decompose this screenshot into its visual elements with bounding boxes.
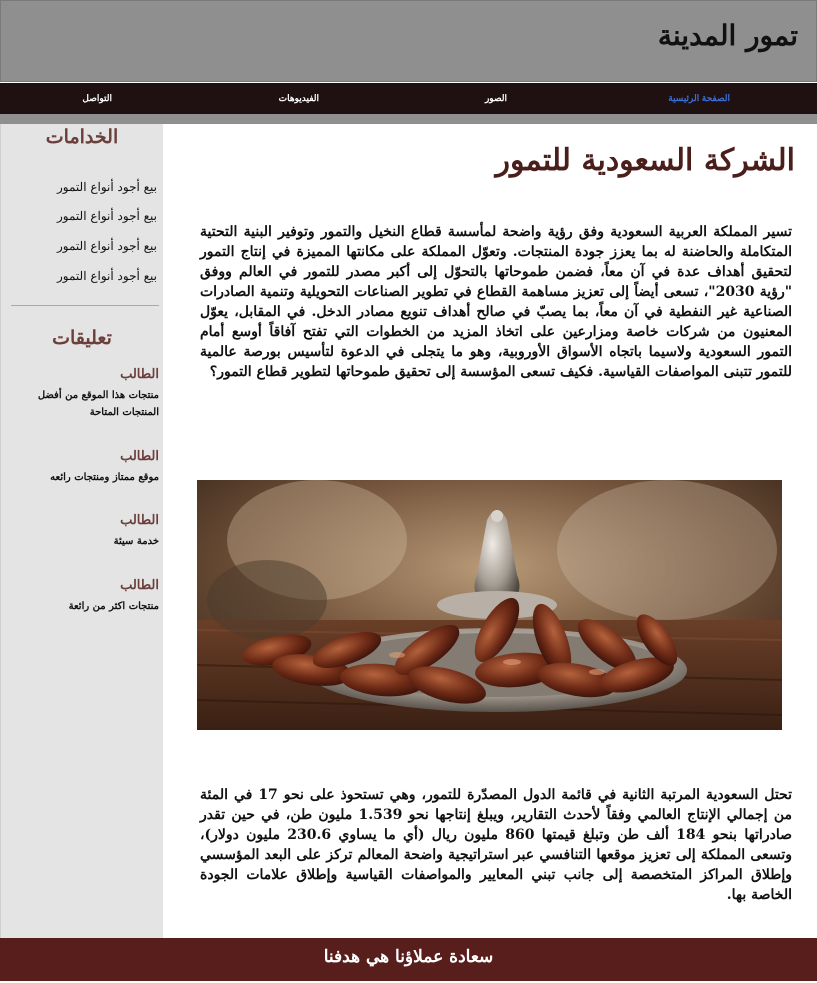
- footer-slogan: سعادة عملاؤنا هي هدفنا: [323, 947, 494, 967]
- comment-author: الطالب: [120, 513, 159, 528]
- intro-paragraph: تسير المملكة العربية السعودية وفق رؤية و…: [200, 224, 793, 380]
- sidebar: الخدامات بيع أجود أنواع التمور بيع أجود …: [0, 124, 163, 938]
- comment-text: موقع ممتاز ومنتجات رائعه: [50, 472, 159, 483]
- comments-heading: تعليقات: [52, 327, 112, 349]
- service-item[interactable]: بيع أجود أنواع التمور: [57, 239, 157, 253]
- service-item[interactable]: بيع أجود أنواع التمور: [57, 209, 157, 223]
- nav-home[interactable]: الصفحة الرئيسية: [668, 93, 730, 104]
- exports-paragraph: تحتل السعودية المرتبة الثانية في قائمة ا…: [200, 787, 792, 903]
- site-header: تمور المدينة: [0, 0, 817, 82]
- site-footer: سعادة عملاؤنا هي هدفنا: [0, 938, 817, 981]
- nav-contact[interactable]: التواصل: [82, 93, 112, 104]
- nav-videos[interactable]: الفيديوهات: [279, 93, 319, 104]
- comment-text: منتجات هذا الموقع من أفضل المنتجات المتا…: [37, 390, 159, 418]
- header-strip: [0, 114, 817, 124]
- page-title: الشركة السعودية للتمور: [495, 143, 795, 178]
- sidebar-divider: [11, 305, 159, 306]
- comment-text: خدمة سيئة: [113, 536, 159, 547]
- site-title: تمور المدينة: [657, 19, 798, 52]
- dates-photo: [197, 480, 782, 730]
- comment-author: الطالب: [120, 367, 159, 382]
- comment-author: الطالب: [120, 449, 159, 464]
- service-item[interactable]: بيع أجود أنواع التمور: [57, 180, 157, 194]
- service-item[interactable]: بيع أجود أنواع التمور: [57, 269, 157, 283]
- services-heading: الخدامات: [45, 126, 119, 148]
- comment-author: الطالب: [120, 578, 159, 593]
- comment-text: منتجات اكثر من رائعة: [68, 601, 159, 612]
- main-nav: الصفحة الرئيسية الصور الفيديوهات التواصل: [0, 83, 817, 114]
- nav-images[interactable]: الصور: [485, 93, 507, 104]
